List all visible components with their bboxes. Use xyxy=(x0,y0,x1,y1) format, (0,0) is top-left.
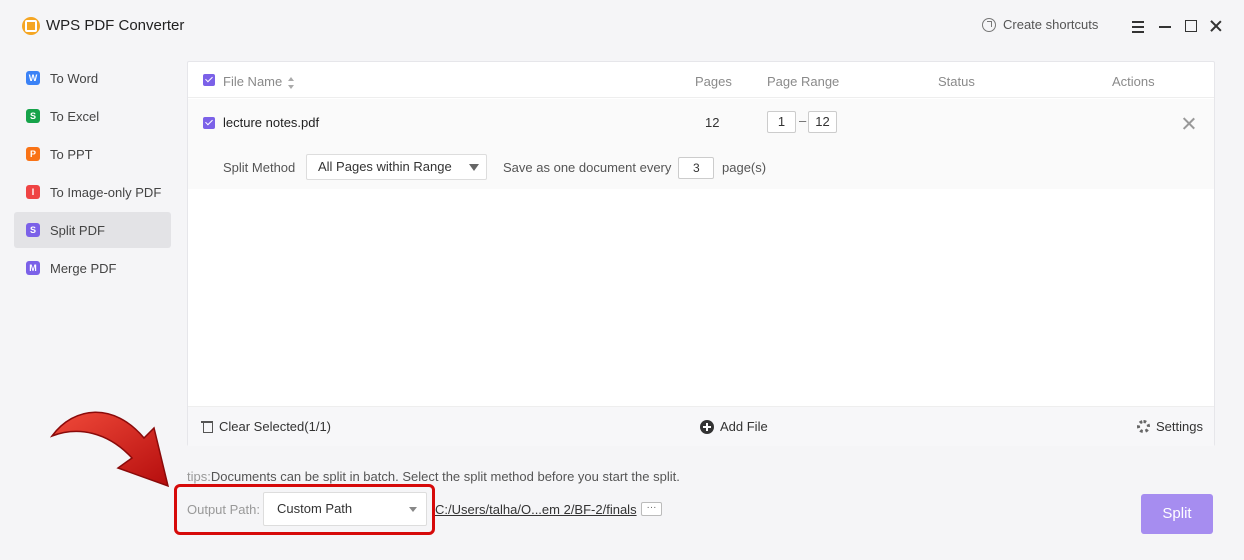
split-method-label: Split Method xyxy=(223,160,296,175)
range-separator: – xyxy=(799,113,807,128)
app-title: WPS PDF Converter xyxy=(46,17,185,34)
close-window-icon[interactable] xyxy=(1208,18,1224,34)
pages-header: Pages xyxy=(695,74,732,89)
title-bar: WPS PDF Converter Create shortcuts xyxy=(0,0,1244,52)
menu-icon[interactable] xyxy=(1130,18,1146,34)
split-icon: S xyxy=(26,223,40,237)
tips-text: tips:Documents can be split in batch. Se… xyxy=(187,469,680,484)
table-header: File Name Pages Page Range Status Action… xyxy=(188,62,1214,98)
range-from-input[interactable]: 1 xyxy=(767,111,796,133)
annotation-arrow-icon xyxy=(49,411,170,488)
range-to-input[interactable]: 12 xyxy=(808,111,837,133)
gear-icon xyxy=(1137,420,1150,433)
ppt-icon: P xyxy=(26,147,40,161)
add-file-button[interactable]: Add File xyxy=(700,419,768,434)
image-icon: I xyxy=(26,185,40,199)
sidebar-item-split-pdf[interactable]: S Split PDF xyxy=(14,212,171,248)
table-row: lecture notes.pdf 12 1 – 12 Split Method… xyxy=(188,99,1214,189)
pages-per-document-input[interactable]: 3 xyxy=(678,157,714,179)
remove-file-icon[interactable] xyxy=(1183,117,1195,129)
sidebar-item-label: To Excel xyxy=(50,108,100,124)
create-shortcuts-label: Create shortcuts xyxy=(1003,17,1099,32)
maximize-icon[interactable] xyxy=(1183,18,1199,34)
split-button[interactable]: Split xyxy=(1141,494,1213,534)
select-all-checkbox[interactable] xyxy=(203,74,215,86)
word-icon: W xyxy=(26,71,40,85)
sidebar-item-merge-pdf[interactable]: M Merge PDF xyxy=(14,250,171,286)
sidebar-item-to-ppt[interactable]: P To PPT xyxy=(14,136,171,172)
sidebar-item-to-word[interactable]: W To Word xyxy=(14,60,171,96)
shortcut-icon xyxy=(982,17,996,32)
browse-button[interactable]: ··· xyxy=(641,502,662,516)
row-checkbox[interactable] xyxy=(203,117,215,129)
app-logo-icon xyxy=(22,17,40,35)
page-unit-label: page(s) xyxy=(722,160,767,175)
output-path-link[interactable]: C:/Users/talha/O...em 2/BF-2/finals xyxy=(435,502,637,517)
pages-cell: 12 xyxy=(705,115,720,130)
page-range-header: Page Range xyxy=(767,74,840,89)
sidebar: W To Word S To Excel P To PPT I To Image… xyxy=(14,60,171,288)
sort-icon[interactable] xyxy=(288,76,295,89)
minimize-icon[interactable] xyxy=(1157,18,1173,34)
create-shortcuts-button[interactable]: Create shortcuts xyxy=(982,17,1098,32)
sidebar-item-label: To Image-only PDF xyxy=(50,184,162,200)
status-header: Status xyxy=(938,74,975,89)
excel-icon: S xyxy=(26,109,40,123)
file-list-panel: File Name Pages Page Range Status Action… xyxy=(187,61,1215,446)
annotation-highlight-box xyxy=(174,484,435,535)
sidebar-item-to-image-pdf[interactable]: I To Image-only PDF xyxy=(14,174,171,210)
merge-icon: M xyxy=(26,261,40,275)
trash-icon xyxy=(201,420,213,433)
split-method-select[interactable]: All Pages within Range xyxy=(306,154,487,180)
panel-footer: Clear Selected(1/1) Add File Settings xyxy=(188,406,1214,446)
file-name-cell: lecture notes.pdf xyxy=(223,115,320,130)
clear-selected-button[interactable]: Clear Selected(1/1) xyxy=(201,419,331,434)
sidebar-item-to-excel[interactable]: S To Excel xyxy=(14,98,171,134)
settings-button[interactable]: Settings xyxy=(1137,419,1203,434)
sidebar-item-label: To Word xyxy=(50,70,99,86)
sidebar-item-label: Merge PDF xyxy=(50,260,117,276)
chevron-down-icon xyxy=(469,164,479,171)
actions-header: Actions xyxy=(1112,74,1155,89)
file-name-header[interactable]: File Name xyxy=(223,74,295,89)
plus-circle-icon xyxy=(700,419,714,434)
save-every-label: Save as one document every xyxy=(503,160,672,175)
sidebar-item-label: To PPT xyxy=(50,146,93,162)
sidebar-item-label: Split PDF xyxy=(50,222,105,238)
